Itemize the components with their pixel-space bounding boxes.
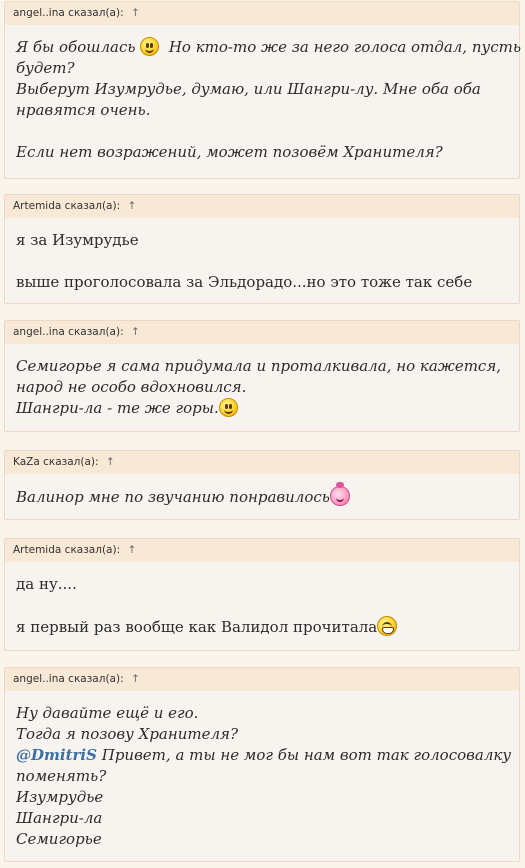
quote-text: Ну давайте ещё и его. Тогда я позову Хра… (5, 691, 519, 850)
quote-block: KaZa сказал(а): ↑ Валинор мне по звучани… (4, 450, 520, 520)
smile-emoji-icon (140, 37, 160, 56)
quote-line: поменять? (16, 767, 107, 785)
quote-header: angel..ina сказал(а): ↑ (5, 2, 519, 25)
quote-line: будет? (16, 59, 75, 77)
quote-author: angel..ina (13, 7, 65, 19)
jump-to-post-arrow[interactable]: ↑ (127, 544, 136, 556)
quote-block: angel..ina сказал(а): ↑ Семигорье я сама… (4, 320, 520, 432)
quote-text: да ну.... я первый раз вообще как Валидо… (5, 562, 519, 637)
quote-block: angel..ina сказал(а): ↑ Я бы обошлась Но… (4, 1, 521, 179)
quote-line: Семигорье я сама придумала и проталкивал… (16, 357, 502, 375)
quote-line: я за Изумрудье (16, 231, 139, 249)
pink-blush-emoji-icon (329, 482, 350, 506)
quote-line: Если нет возражений, может позовём Храни… (16, 143, 443, 161)
quote-block: angel..ina сказал(а): ↑ Ну давайте ещё и… (4, 667, 520, 862)
quote-author: angel..ina (13, 326, 65, 338)
quote-line: Валинор мне по звучанию понравилось (16, 482, 507, 507)
quote-header: angel..ina сказал(а): ↑ (5, 321, 519, 344)
quote-text: Я бы обошлась Но кто-то же за него голос… (5, 25, 521, 163)
quote-said: сказал(а): (43, 456, 99, 468)
quote-header: Artemida сказал(а): ↑ (5, 539, 519, 562)
quote-header: KaZa сказал(а): ↑ (5, 451, 519, 474)
quote-block: Artemida сказал(а): ↑ я за Изумрудье выш… (4, 194, 520, 304)
quote-text: Валинор мне по звучанию понравилось (5, 474, 519, 507)
jump-to-post-arrow[interactable]: ↑ (131, 7, 140, 19)
quote-said: сказал(а): (68, 673, 124, 685)
quote-author: Artemida (13, 200, 62, 212)
quote-text: я за Изумрудье выше проголосовала за Эль… (5, 218, 519, 293)
smile-emoji-icon (218, 398, 238, 417)
quote-author: angel..ina (13, 673, 65, 685)
quote-line: Выберут Изумрудье, думаю, или Шангри-лу.… (16, 80, 481, 98)
quote-line: нравятся очень. (16, 101, 151, 119)
quote-line: Тогда я позову Хранителя? (16, 725, 239, 743)
jump-to-post-arrow[interactable]: ↑ (106, 456, 115, 468)
quote-line: Шангри-ла - те же горы. (16, 398, 507, 419)
quote-line: я первый раз вообще как Валидол прочитал… (16, 616, 507, 637)
quote-block: Artemida сказал(а): ↑ да ну.... я первый… (4, 538, 520, 651)
quote-header: angel..ina сказал(а): ↑ (5, 668, 519, 691)
quote-text: Семигорье я сама придумала и проталкивал… (5, 344, 519, 419)
quote-line: народ не особо вдохновился. (16, 378, 247, 396)
quote-line: Я бы обошлась Но кто-то же за него голос… (16, 37, 521, 56)
quote-said: сказал(а): (64, 544, 121, 556)
quote-line: Семигорье (16, 830, 102, 848)
quote-author: KaZa (13, 456, 40, 468)
quote-line: да ну.... (16, 575, 77, 593)
jump-to-post-arrow[interactable]: ↑ (127, 200, 136, 212)
jump-to-post-arrow[interactable]: ↑ (131, 673, 140, 685)
quote-line: Изумрудье (16, 788, 104, 806)
quote-line: выше проголосовала за Эльдорадо...но это… (16, 273, 473, 291)
quote-line: Шангри-ла (16, 809, 103, 827)
quote-said: сказал(а): (68, 326, 124, 338)
quote-said: сказал(а): (64, 200, 121, 212)
quote-line: Ну давайте ещё и его. (16, 704, 199, 722)
quote-author: Artemida (13, 544, 62, 556)
user-mention-link[interactable]: @DmitriS (16, 746, 97, 764)
jump-to-post-arrow[interactable]: ↑ (131, 326, 140, 338)
quote-header: Artemida сказал(а): ↑ (5, 195, 519, 218)
grin-emoji-icon (377, 616, 398, 636)
quote-said: сказал(а): (68, 7, 124, 19)
quote-line: @DmitriS Привет, а ты не мог бы нам вот … (16, 746, 512, 764)
